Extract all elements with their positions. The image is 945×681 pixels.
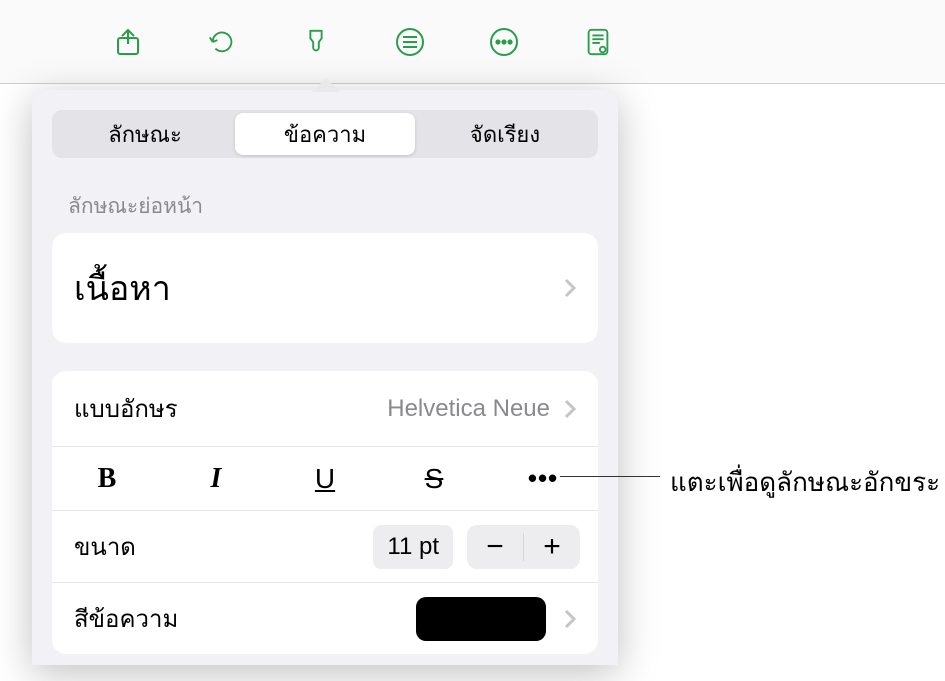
size-label: ขนาด bbox=[74, 527, 373, 566]
font-label: แบบอักษร bbox=[74, 389, 387, 428]
font-value: Helvetica Neue bbox=[387, 395, 550, 423]
share-icon[interactable] bbox=[110, 24, 146, 60]
tab-arrange[interactable]: จัดเรียง bbox=[415, 113, 595, 155]
brush-icon[interactable] bbox=[298, 24, 334, 60]
chevron-right-icon bbox=[564, 278, 576, 298]
text-color-label: สีข้อความ bbox=[74, 599, 416, 638]
text-format-row: B I U S ••• bbox=[52, 446, 598, 510]
more-format-button[interactable]: ••• bbox=[518, 463, 568, 494]
italic-button[interactable]: I bbox=[191, 463, 241, 495]
text-color-swatch[interactable] bbox=[416, 597, 546, 641]
font-card: แบบอักษร Helvetica Neue B I U S ••• ขนาด… bbox=[52, 371, 598, 654]
undo-icon[interactable] bbox=[204, 24, 240, 60]
chevron-right-icon bbox=[564, 609, 576, 629]
font-row[interactable]: แบบอักษร Helvetica Neue bbox=[52, 371, 598, 446]
format-popover: ลักษณะ ข้อความ จัดเรียง ลักษณะย่อหน้า เน… bbox=[32, 90, 618, 665]
paragraph-style-card: เนื้อหา bbox=[52, 233, 598, 343]
strikethrough-button[interactable]: S bbox=[409, 463, 459, 495]
toolbar bbox=[0, 0, 945, 84]
size-row: ขนาด 11 pt − + bbox=[52, 510, 598, 582]
annotation-text: แตะเพื่อดูลักษณะอักขระ bbox=[670, 462, 940, 503]
size-stepper: − + bbox=[467, 525, 580, 569]
paragraph-style-value: เนื้อหา bbox=[74, 261, 564, 315]
chevron-right-icon bbox=[564, 399, 576, 419]
annotation-line bbox=[560, 476, 660, 477]
tab-style[interactable]: ลักษณะ bbox=[55, 113, 235, 155]
document-view-icon[interactable] bbox=[580, 24, 616, 60]
popover-pointer bbox=[312, 78, 340, 92]
tab-text[interactable]: ข้อความ bbox=[235, 113, 415, 155]
style-list-icon[interactable] bbox=[392, 24, 428, 60]
paragraph-style-label: ลักษณะย่อหน้า bbox=[68, 190, 582, 223]
size-value[interactable]: 11 pt bbox=[373, 525, 453, 569]
underline-button[interactable]: U bbox=[300, 463, 350, 495]
tab-segmented-control: ลักษณะ ข้อความ จัดเรียง bbox=[52, 110, 598, 158]
size-increase-button[interactable]: + bbox=[524, 525, 580, 569]
size-decrease-button[interactable]: − bbox=[467, 525, 523, 569]
more-icon[interactable] bbox=[486, 24, 522, 60]
text-color-row[interactable]: สีข้อความ bbox=[52, 582, 598, 654]
bold-button[interactable]: B bbox=[82, 463, 132, 495]
paragraph-style-row[interactable]: เนื้อหา bbox=[52, 233, 598, 343]
